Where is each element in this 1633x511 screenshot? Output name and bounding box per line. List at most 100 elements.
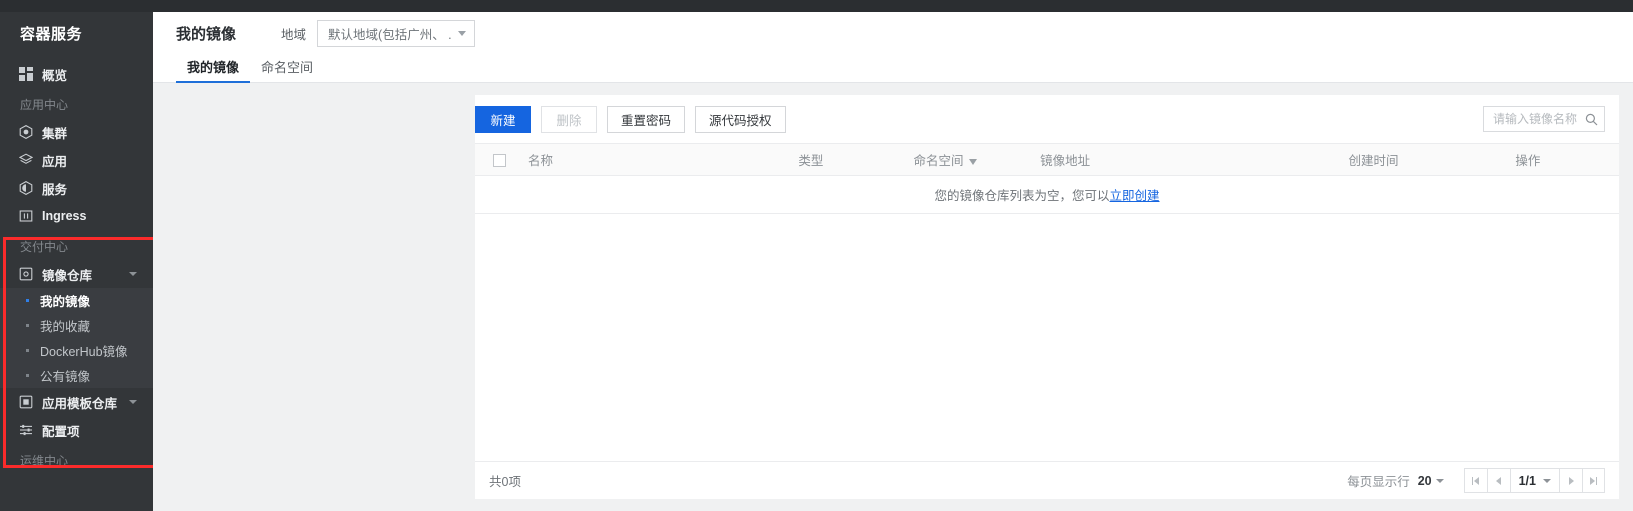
source-code-auth-button[interactable]: 源代码授权 — [695, 105, 786, 133]
sidebar-item-label: 集群 — [42, 126, 68, 141]
main-area: 我的镜像 地域 默认地域(包括广州、 ... 我的镜像 命名空间 新建 删除 重… — [153, 0, 1633, 511]
sidebar-subitem-label: 公有镜像 — [40, 370, 91, 384]
rows-per-page-value[interactable]: 20 — [1418, 474, 1432, 488]
column-name: 名称 — [527, 143, 799, 176]
prev-page-button[interactable] — [1486, 468, 1510, 493]
sidebar-item-label: 应用 — [42, 154, 68, 169]
bullet-icon — [26, 299, 29, 302]
pagination: 1/1 — [1463, 468, 1605, 493]
service-icon — [18, 181, 33, 196]
content-area: 新建 删除 重置密码 源代码授权 请输入镜像名称 名称 类型 命名空间 镜像地址… — [153, 83, 1633, 511]
sidebar-item-service[interactable]: 服务 — [0, 174, 153, 202]
sidebar-item-label: 镜像仓库 — [42, 268, 93, 283]
tab-namespace[interactable]: 命名空间 — [250, 57, 324, 82]
template-icon — [18, 395, 33, 410]
last-page-icon — [1590, 476, 1597, 485]
chevron-down-icon[interactable] — [1435, 478, 1444, 483]
column-image-address: 镜像地址 — [1040, 143, 1349, 176]
create-button[interactable]: 新建 — [475, 105, 531, 133]
chevron-down-icon — [458, 31, 467, 36]
page-header: 我的镜像 地域 默认地域(包括广州、 ... — [153, 12, 1633, 55]
delete-button[interactable]: 删除 — [541, 105, 597, 133]
sidebar-item-cluster[interactable]: 集群 — [0, 118, 153, 146]
content-left-spacer — [153, 95, 475, 499]
top-nav-strip — [153, 0, 1633, 12]
sidebar-item-my-images[interactable]: 我的镜像 — [0, 288, 153, 313]
filter-icon[interactable] — [969, 158, 978, 165]
tab-my-images[interactable]: 我的镜像 — [176, 57, 251, 83]
cluster-icon — [18, 125, 33, 140]
search-box[interactable] — [1483, 106, 1605, 132]
layers-icon — [18, 153, 33, 168]
empty-state-text: 您的镜像仓库列表为空，您可以 — [934, 189, 1110, 203]
first-page-button[interactable] — [1463, 468, 1487, 493]
sidebar-item-application[interactable]: 应用 — [0, 146, 153, 174]
app-root: 容器服务 概览 应用中心 集群 应用 服务 Ingress 交付中心 镜像仓库 … — [0, 0, 1633, 511]
sidebar-item-overview[interactable]: 概览 — [0, 60, 153, 88]
sidebar-item-label: 服务 — [42, 182, 68, 197]
sidebar: 容器服务 概览 应用中心 集群 应用 服务 Ingress 交付中心 镜像仓库 … — [0, 0, 153, 511]
select-all-checkbox[interactable] — [493, 153, 506, 167]
sidebar-item-ingress[interactable]: Ingress — [0, 202, 153, 230]
table-header-row: 名称 类型 命名空间 镜像地址 创建时间 操作 — [475, 143, 1619, 176]
last-page-button[interactable] — [1582, 468, 1605, 493]
total-count-text: 共0项 — [489, 475, 521, 489]
sidebar-top-strip — [0, 0, 153, 12]
images-table-wrap: 名称 类型 命名空间 镜像地址 创建时间 操作 您的镜像仓库列表为空，您可以立即… — [475, 143, 1619, 461]
bullet-icon — [26, 349, 29, 352]
table-body: 您的镜像仓库列表为空，您可以立即创建 — [475, 175, 1619, 214]
sidebar-item-label: 配置项 — [42, 424, 80, 439]
panel-footer: 共0项 每页显示行 20 1/1 — [475, 461, 1619, 499]
create-now-link[interactable]: 立即创建 — [1110, 189, 1160, 203]
chevron-left-icon — [1496, 476, 1502, 485]
sidebar-item-label: Ingress — [42, 209, 87, 223]
search-input[interactable] — [1493, 112, 1581, 126]
images-table: 名称 类型 命名空间 镜像地址 创建时间 操作 您的镜像仓库列表为空，您可以立即… — [475, 143, 1619, 214]
sidebar-subitem-label: DockerHub镜像 — [40, 345, 128, 359]
tab-bar: 我的镜像 命名空间 — [153, 55, 1633, 83]
registry-submenu: 我的镜像 我的收藏 DockerHub镜像 公有镜像 — [0, 288, 153, 388]
page-title: 我的镜像 — [176, 26, 237, 43]
rows-per-page-label: 每页显示行 — [1347, 475, 1410, 489]
registry-icon — [18, 267, 33, 282]
chevron-down-icon[interactable] — [129, 272, 137, 276]
region-label: 地域 — [281, 28, 307, 42]
next-page-button[interactable] — [1559, 468, 1582, 493]
images-panel: 新建 删除 重置密码 源代码授权 请输入镜像名称 名称 类型 命名空间 镜像地址… — [475, 95, 1619, 499]
sidebar-item-image-registry[interactable]: 镜像仓库 — [0, 260, 153, 288]
ingress-icon — [18, 209, 33, 224]
sidebar-item-public-images[interactable]: 公有镜像 — [0, 363, 153, 388]
bullet-icon — [26, 374, 29, 377]
first-page-icon — [1472, 476, 1480, 485]
sidebar-group-ops-center: 运维中心 — [20, 454, 69, 468]
column-action: 操作 — [1515, 143, 1619, 176]
column-type: 类型 — [798, 143, 914, 176]
sidebar-item-app-template-registry[interactable]: 应用模板仓库 — [0, 388, 153, 416]
table-blank-space — [475, 214, 1619, 461]
sidebar-item-label: 概览 — [42, 68, 68, 83]
app-brand-title: 容器服务 — [20, 25, 83, 43]
chevron-down-icon — [1543, 478, 1551, 483]
column-namespace-label: 命名空间 — [913, 154, 964, 168]
sidebar-subitem-label: 我的收藏 — [40, 320, 91, 334]
column-namespace: 命名空间 — [913, 143, 1041, 176]
sidebar-item-dockerhub-images[interactable]: DockerHub镜像 — [0, 338, 153, 363]
column-create-time: 创建时间 — [1348, 143, 1516, 176]
sidebar-item-config-items[interactable]: 配置项 — [0, 416, 153, 444]
reset-password-button[interactable]: 重置密码 — [607, 105, 686, 133]
sidebar-item-label: 应用模板仓库 — [42, 396, 118, 411]
chevron-right-icon — [1568, 476, 1574, 485]
empty-state-cell: 您的镜像仓库列表为空，您可以立即创建 — [475, 175, 1619, 214]
sidebar-group-delivery-center: 交付中心 — [20, 240, 69, 254]
sidebar-group-app-center: 应用中心 — [20, 98, 69, 112]
chevron-down-icon[interactable] — [129, 400, 137, 404]
config-icon — [18, 423, 33, 438]
table-head: 名称 类型 命名空间 镜像地址 创建时间 操作 — [475, 143, 1619, 176]
page-indicator[interactable]: 1/1 — [1509, 468, 1559, 493]
region-select-value: 默认地域(包括广州、 ... — [328, 28, 453, 42]
grid-icon — [18, 67, 33, 82]
search-icon[interactable] — [1585, 113, 1598, 126]
region-select[interactable]: 默认地域(包括广州、 ... — [317, 20, 476, 47]
table-empty-row: 您的镜像仓库列表为空，您可以立即创建 — [475, 175, 1619, 214]
sidebar-item-my-favorites[interactable]: 我的收藏 — [0, 313, 153, 338]
